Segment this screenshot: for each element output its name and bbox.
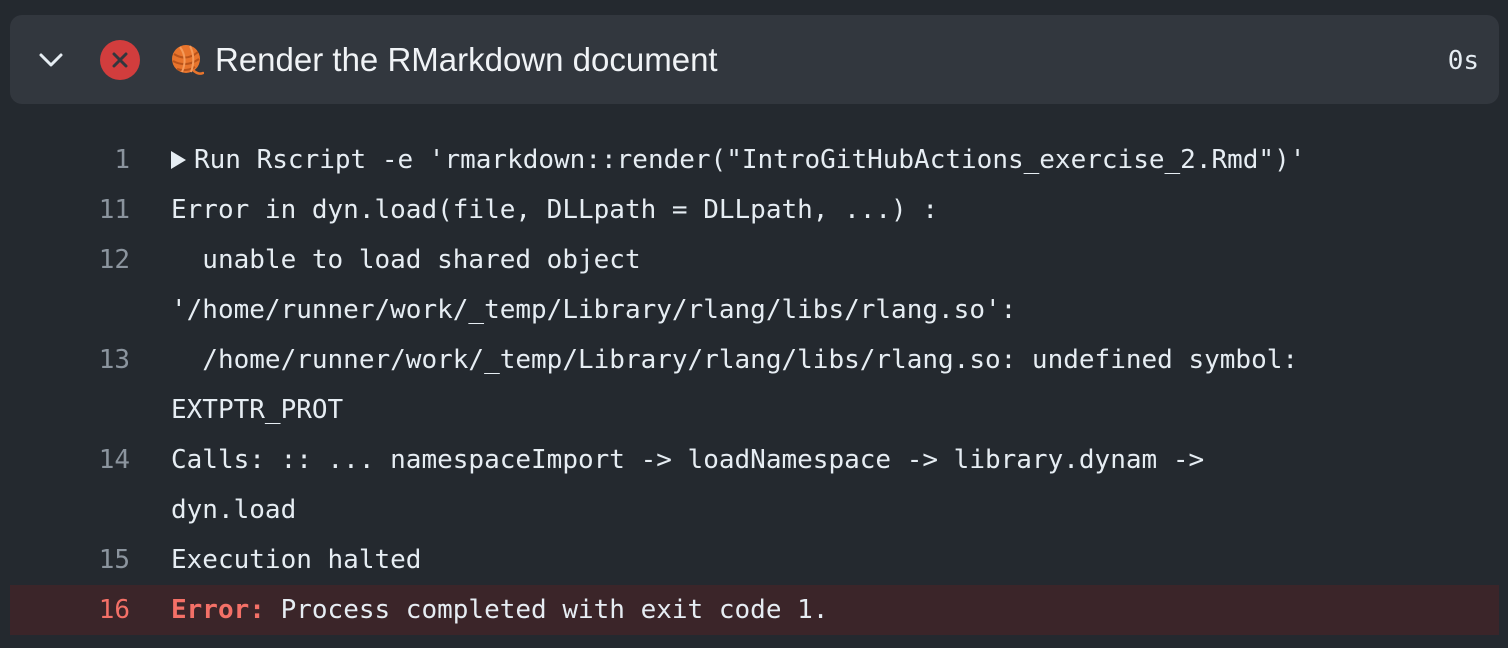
log-text: Error in dyn.load(file, DLLpath = DLLpat… (171, 195, 939, 225)
log-line: 14 Calls: :: ... namespaceImport -> load… (10, 435, 1499, 485)
chevron-down-icon[interactable] (36, 45, 66, 75)
step-header[interactable]: Render the RMarkdown document 0s (10, 15, 1499, 104)
line-number[interactable]: 11 (10, 185, 130, 235)
line-number[interactable]: 1 (10, 135, 130, 185)
error-message: Process completed with exit code 1. (264, 595, 829, 625)
log-command-text: Run Rscript -e 'rmarkdown::render("Intro… (194, 145, 1306, 175)
failure-status-icon (100, 40, 140, 80)
log-text: Error: Process completed with exit code … (171, 585, 828, 635)
line-number[interactable]: 12 (10, 235, 130, 285)
log-line-error: 16 Error: Process completed with exit co… (10, 585, 1499, 635)
log-line: 15 Execution halted (10, 535, 1499, 585)
log-text: dyn.load (171, 495, 297, 525)
error-label: Error: (171, 595, 265, 625)
line-number[interactable]: 15 (10, 535, 130, 585)
log-text: /home/runner/work/_temp/Library/rlang/li… (171, 345, 1299, 375)
x-icon (112, 52, 128, 68)
log-line-continuation: EXTPTR_PROT (10, 385, 1499, 435)
log-line-continuation: dyn.load (10, 485, 1499, 535)
log-line-continuation: '/home/runner/work/_temp/Library/rlang/l… (10, 285, 1499, 335)
line-number[interactable]: 16 (10, 585, 130, 635)
log-line: 13 /home/runner/work/_temp/Library/rlang… (10, 335, 1499, 385)
log-text: Calls: :: ... namespaceImport -> loadNam… (171, 445, 1205, 475)
step-title: Render the RMarkdown document (215, 41, 718, 78)
expand-triangle-icon[interactable] (171, 151, 186, 169)
log-text: unable to load shared object (171, 245, 641, 275)
line-number[interactable]: 13 (10, 335, 130, 385)
log-text: '/home/runner/work/_temp/Library/rlang/l… (171, 295, 1017, 325)
log-text: Run Rscript -e 'rmarkdown::render("Intro… (171, 135, 1305, 185)
log-line: 12 unable to load shared object (10, 235, 1499, 285)
line-number[interactable]: 14 (10, 435, 130, 485)
yarn-ball-emoji-icon (172, 45, 204, 75)
step-duration: 0s (1447, 46, 1479, 76)
log-text: EXTPTR_PROT (171, 395, 344, 425)
log-line: 11 Error in dyn.load(file, DLLpath = DLL… (10, 185, 1499, 235)
log-text: Execution halted (171, 545, 422, 575)
log-line: 1 Run Rscript -e 'rmarkdown::render("Int… (10, 135, 1499, 185)
